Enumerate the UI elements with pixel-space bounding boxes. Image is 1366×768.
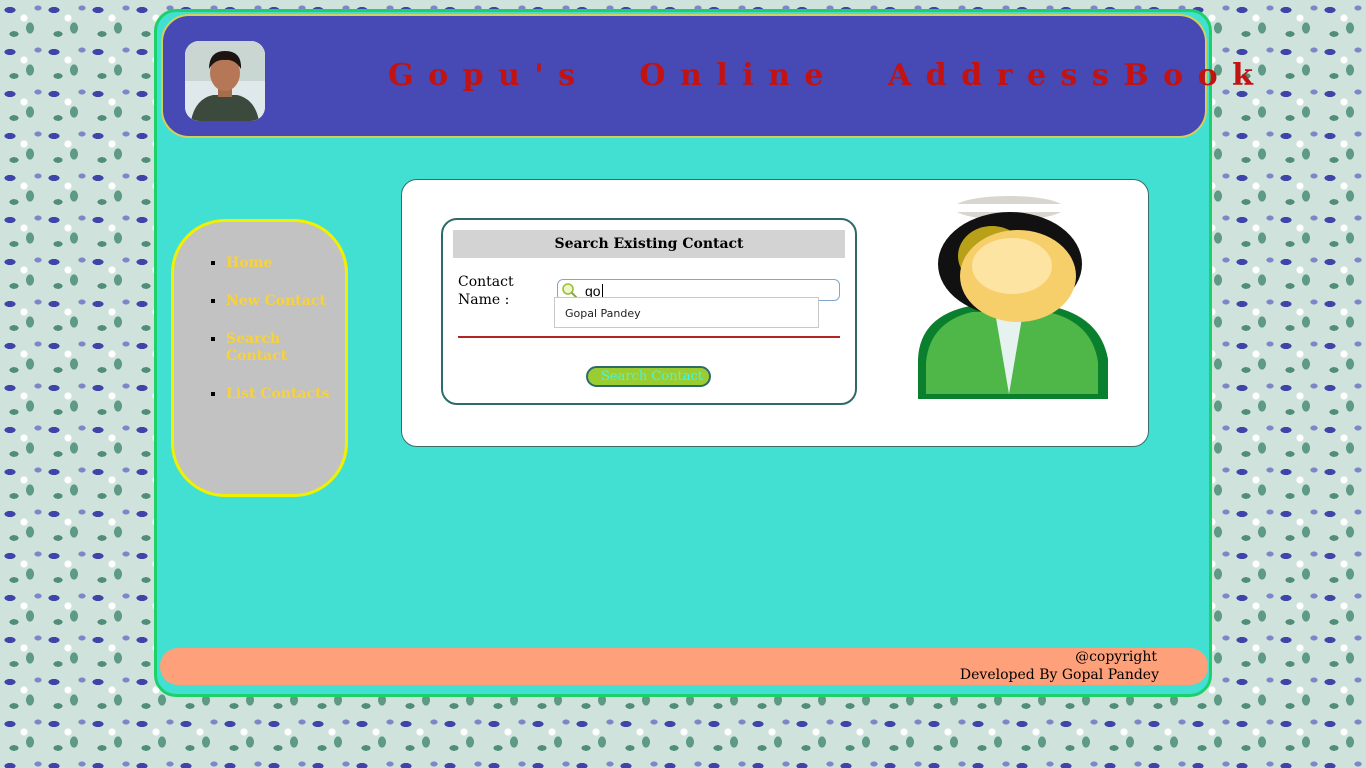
avatar bbox=[185, 41, 265, 121]
contact-person-icon bbox=[918, 196, 1108, 399]
divider bbox=[458, 336, 840, 338]
main-frame: Gopu's Online AddressBook Home New Conta… bbox=[154, 9, 1253, 697]
nav-link-new-contact[interactable]: New Contact bbox=[226, 293, 326, 309]
autocomplete-suggestion[interactable]: Gopal Pandey bbox=[554, 297, 819, 328]
nav-item-home: Home bbox=[226, 255, 345, 272]
nav-item-list-contacts: List Contacts bbox=[226, 386, 345, 403]
nav-item-search-contact: Search Contact bbox=[226, 331, 345, 365]
content-panel: Search Existing Contact Contact Name : g… bbox=[401, 179, 1149, 447]
nav-link-list-contacts[interactable]: List Contacts bbox=[226, 386, 329, 402]
page-title: Gopu's Online AddressBook bbox=[388, 58, 1268, 93]
text-caret bbox=[601, 284, 603, 298]
nav-list: Home New Contact Search Contact List Con… bbox=[226, 255, 345, 424]
contact-name-label: Contact Name : bbox=[458, 274, 514, 308]
nav-link-search-contact[interactable]: Search Contact bbox=[226, 331, 287, 364]
search-form: Search Existing Contact Contact Name : g… bbox=[441, 218, 857, 405]
nav-item-new-contact: New Contact bbox=[226, 293, 345, 310]
sidebar-nav: Home New Contact Search Contact List Con… bbox=[171, 219, 348, 497]
header: Gopu's Online AddressBook bbox=[161, 14, 1253, 138]
nav-link-home[interactable]: Home bbox=[226, 255, 272, 271]
developer-credit: Developed By Gopal Pandey bbox=[959, 667, 1159, 683]
footer: @copyright Developed By Gopal Pandey bbox=[160, 648, 1208, 685]
copyright-text: @copyright bbox=[1075, 649, 1157, 665]
search-contact-button[interactable]: Search Contact bbox=[586, 366, 711, 387]
form-heading: Search Existing Contact bbox=[453, 230, 845, 258]
